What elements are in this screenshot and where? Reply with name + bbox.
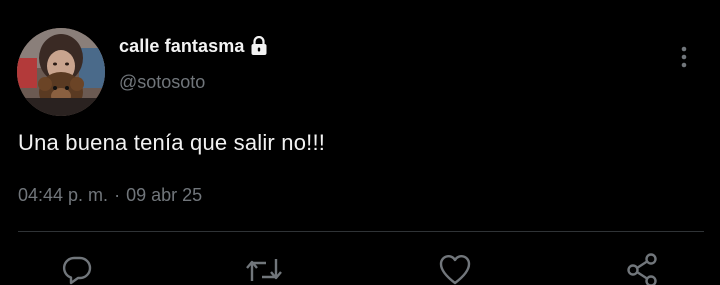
retweet-icon (244, 253, 284, 285)
tweet-time[interactable]: 04:44 p. m. (18, 185, 108, 206)
name-row: calle fantasma (119, 35, 268, 57)
avatar-photo (17, 28, 105, 116)
tweet-date[interactable]: 09 abr 25 (126, 185, 202, 206)
tweet-meta: 04:44 p. m. · 09 abr 25 (18, 185, 202, 206)
share-icon (624, 253, 660, 285)
tweet-text: Una buena tenía que salir no!!! (18, 130, 326, 155)
lock-icon (250, 35, 268, 56)
avatar[interactable] (17, 28, 105, 116)
reply-icon (61, 253, 93, 285)
divider (18, 231, 704, 232)
retweet-button[interactable] (244, 253, 284, 285)
like-button[interactable] (435, 253, 475, 285)
more-options-icon[interactable] (676, 43, 692, 71)
user-handle[interactable]: @sotosoto (119, 72, 205, 93)
tweet-card: calle fantasma @sotosoto Una buena tenía… (0, 0, 720, 285)
share-button[interactable] (622, 253, 662, 285)
reply-button[interactable] (57, 253, 97, 285)
meta-separator: · (114, 185, 121, 205)
display-name[interactable]: calle fantasma (119, 36, 244, 57)
like-icon (438, 253, 472, 285)
